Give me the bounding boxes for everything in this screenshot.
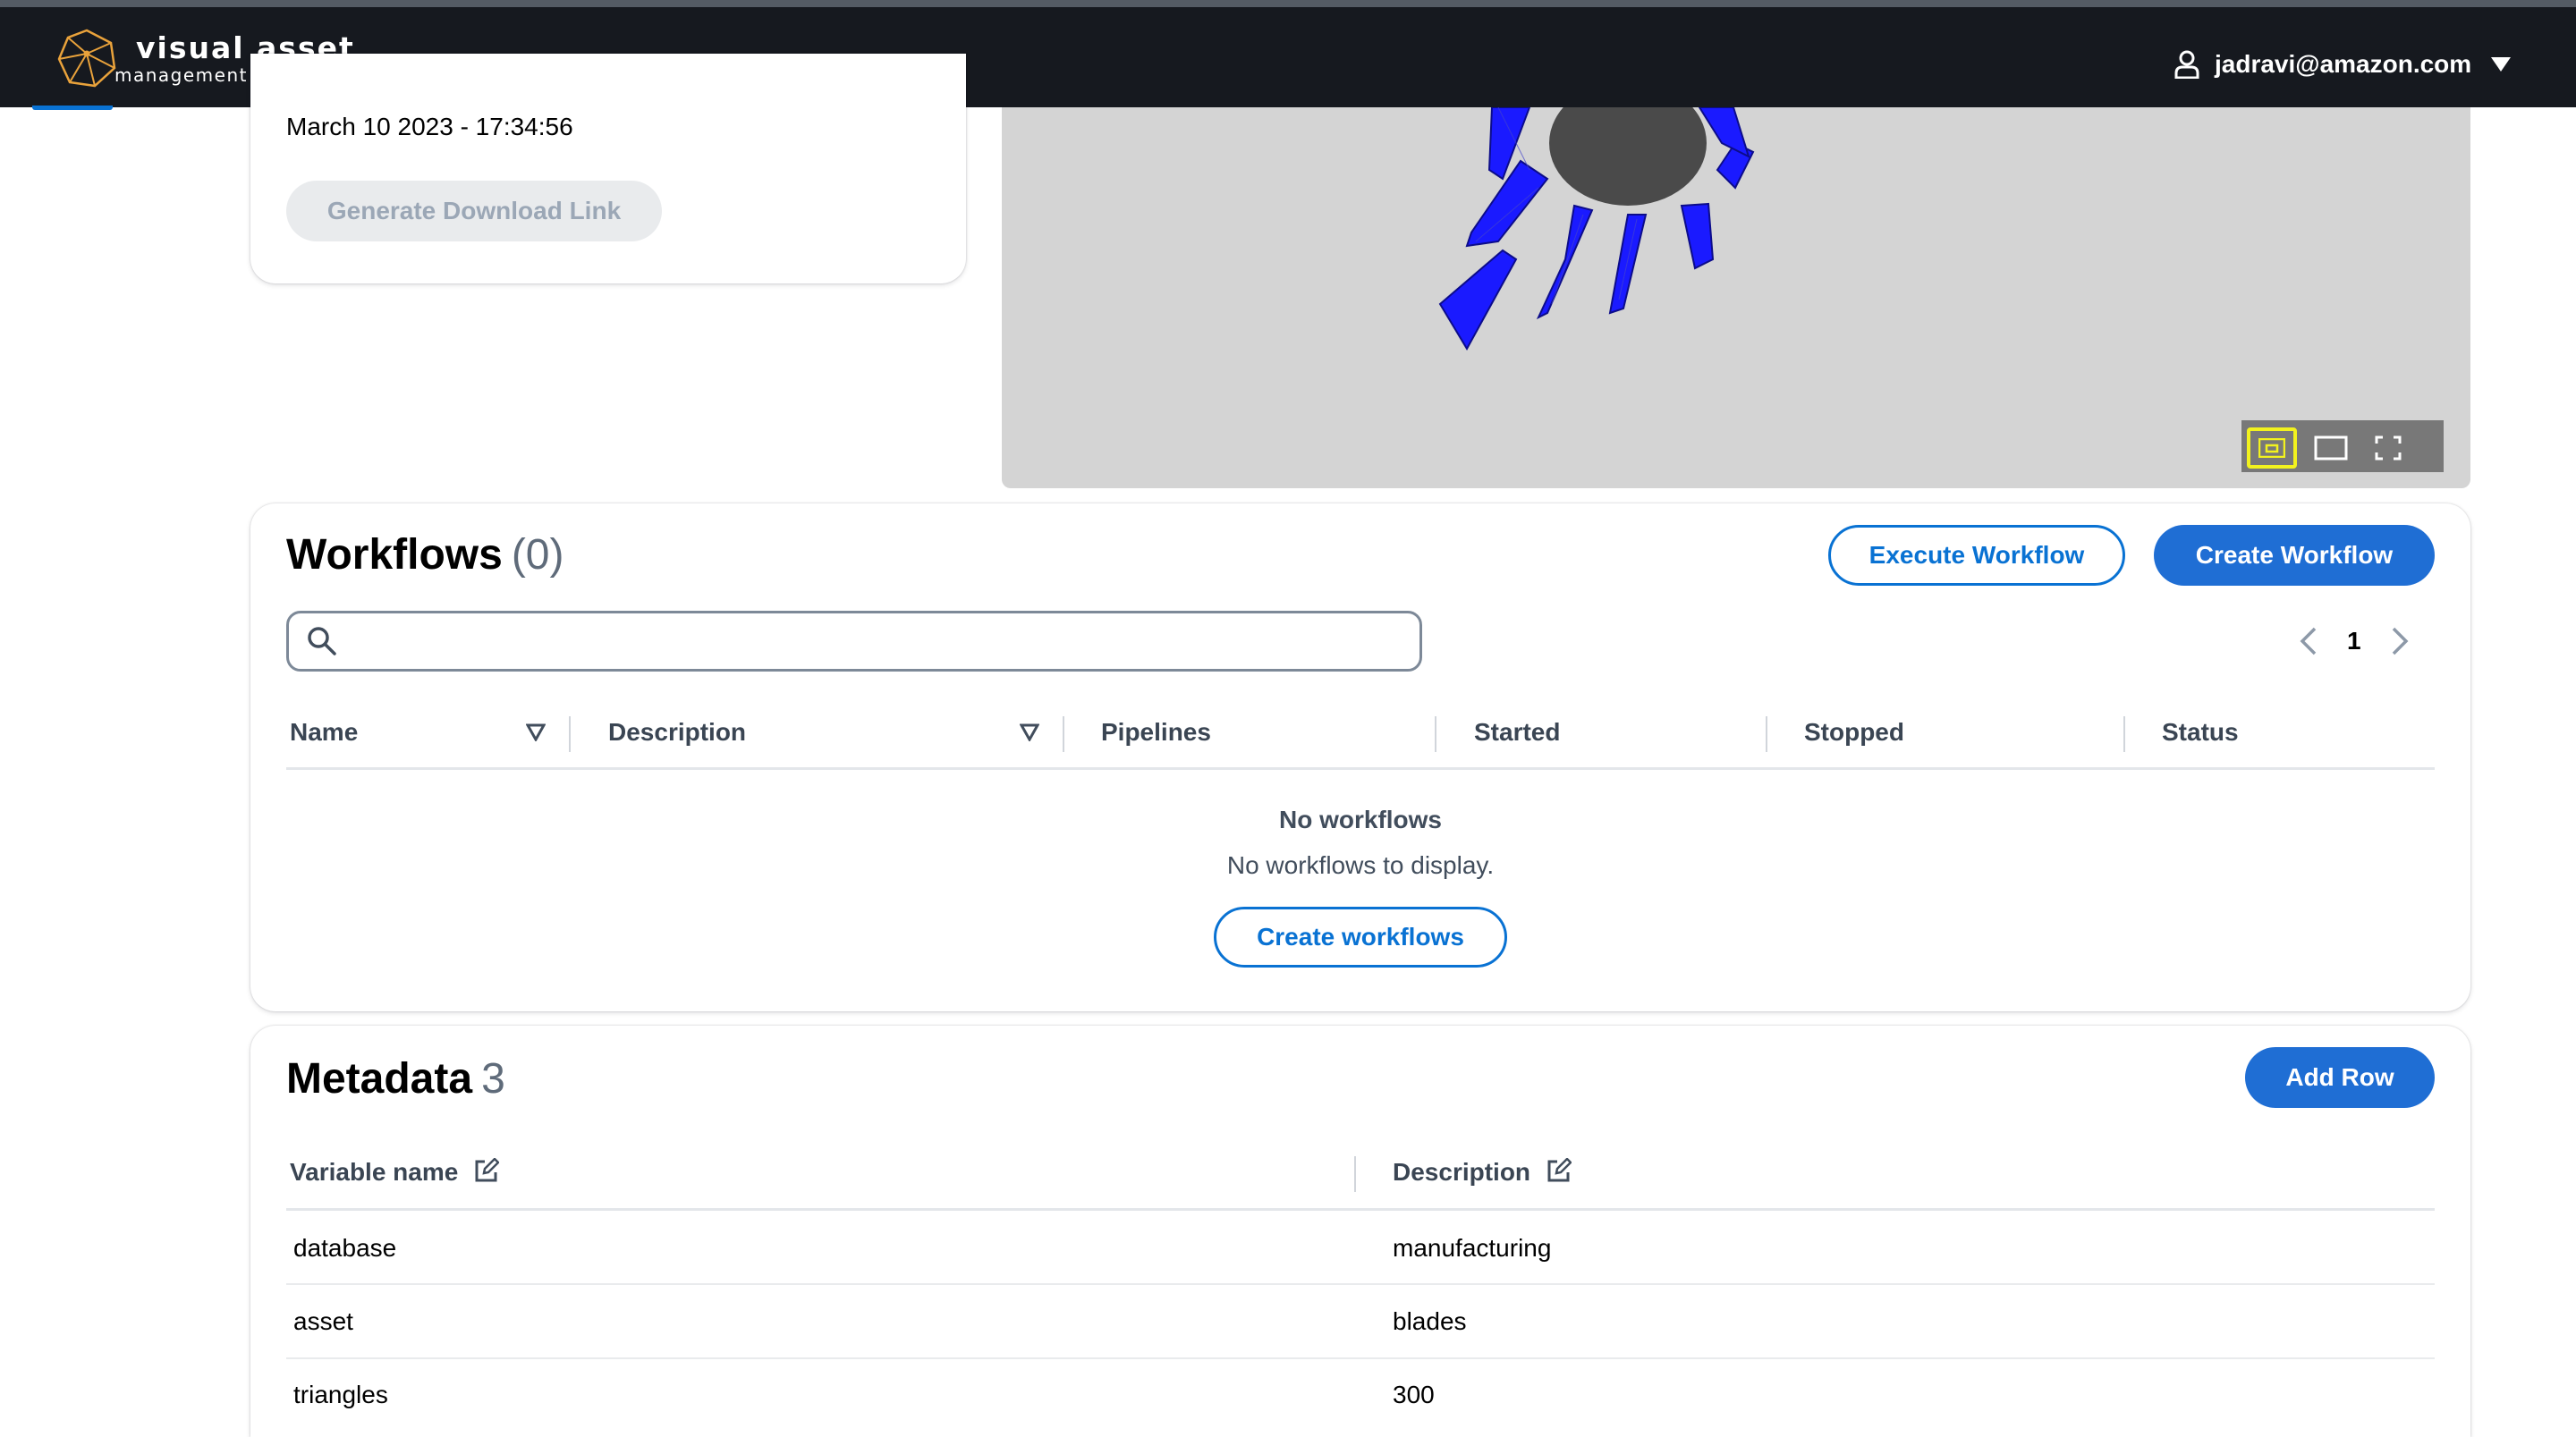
metadata-cell-name[interactable]: asset — [293, 1307, 353, 1336]
table-header-divider — [286, 767, 2435, 770]
sort-icon[interactable] — [1020, 723, 1039, 741]
chevron-right-icon[interactable] — [2390, 626, 2410, 656]
metadata-cell-description[interactable]: 300 — [1393, 1381, 1435, 1409]
date-modified: March 10 2023 - 17:34:56 — [286, 113, 573, 140]
workflows-search[interactable] — [286, 611, 1422, 672]
column-header-started: Started — [1474, 718, 1561, 746]
user-menu[interactable]: jadravi@amazon.com — [2174, 46, 2525, 82]
metadata-count: 3 — [481, 1055, 505, 1103]
search-icon — [308, 627, 336, 655]
row-divider — [286, 1357, 2435, 1359]
column-header-label: Variable name — [290, 1158, 459, 1186]
column-separator[interactable] — [1063, 716, 1064, 752]
active-tab-indicator — [32, 106, 113, 110]
metadata-title: Metadata — [286, 1055, 473, 1103]
3d-viewer[interactable] — [1002, 107, 2470, 488]
workflows-heading: Workflows (0) — [286, 530, 564, 579]
edit-icon — [1547, 1158, 1572, 1182]
window-top-border — [0, 0, 2576, 7]
table-header-divider — [286, 1208, 2435, 1211]
add-row-button[interactable]: Add Row — [2245, 1047, 2435, 1108]
create-workflow-button[interactable]: Create Workflow — [2154, 525, 2435, 586]
page-number[interactable]: 1 — [2347, 627, 2361, 655]
view-mode-wide-icon — [2314, 435, 2348, 461]
column-separator[interactable] — [1766, 716, 1767, 752]
view-mode-small-icon — [2258, 438, 2285, 458]
column-separator[interactable] — [2123, 716, 2125, 752]
edit-icon — [475, 1158, 500, 1182]
metadata-heading: Metadata 3 — [286, 1054, 505, 1103]
empty-state-title: No workflows — [1278, 806, 1442, 833]
empty-state-text: No workflows to display. — [1226, 851, 1495, 879]
pagination: 1 — [2299, 611, 2410, 672]
view-mode-wide-button[interactable] — [2306, 427, 2356, 469]
metadata-cell-name[interactable]: database — [293, 1234, 396, 1263]
metadata-cell-description[interactable]: manufacturing — [1393, 1234, 1551, 1263]
metadata-cell-description[interactable]: blades — [1393, 1307, 1467, 1336]
sort-icon[interactable] — [526, 723, 546, 741]
column-header-name[interactable]: Name — [290, 718, 358, 747]
execute-workflow-button[interactable]: Execute Workflow — [1828, 525, 2125, 586]
chevron-left-icon[interactable] — [2299, 626, 2318, 656]
column-header-label: Description — [1393, 1158, 1531, 1186]
fullscreen-button[interactable] — [2363, 427, 2413, 469]
view-mode-small-button[interactable] — [2247, 427, 2297, 469]
column-separator[interactable] — [569, 716, 571, 752]
user-email: jadravi@amazon.com — [2215, 50, 2472, 78]
user-icon — [2174, 50, 2199, 79]
column-header-pipelines: Pipelines — [1101, 718, 1211, 746]
search-input[interactable] — [352, 621, 1402, 664]
caret-down-icon — [2491, 57, 2512, 72]
column-header-stopped: Stopped — [1804, 718, 1904, 746]
fullscreen-icon — [2375, 435, 2402, 461]
column-header-variable-name: Variable name — [290, 1158, 500, 1187]
viewer-toolbar — [2241, 420, 2444, 472]
metadata-cell-name[interactable]: triangles — [293, 1381, 388, 1409]
workflows-title: Workflows — [286, 531, 503, 579]
workflows-card: Workflows (0) Execute Workflow Create Wor… — [250, 503, 2470, 1011]
file-info-card: March 10 2023 - 17:34:56 Generate Downlo… — [250, 54, 966, 283]
workflows-count: (0) — [511, 531, 564, 579]
vams-logo-icon[interactable] — [55, 27, 118, 89]
column-header-description: Description — [1393, 1158, 1572, 1187]
create-workflows-button[interactable]: Create workflows — [1214, 907, 1507, 968]
row-divider — [286, 1283, 2435, 1285]
metadata-card: Metadata 3 Add Row Variable name Descript… — [250, 1026, 2470, 1437]
column-header-status: Status — [2162, 718, 2239, 746]
column-separator[interactable] — [1435, 716, 1436, 752]
generate-download-link-button[interactable]: Generate Download Link — [286, 181, 662, 241]
column-header-description[interactable]: Description — [608, 718, 746, 747]
column-separator[interactable] — [1354, 1156, 1356, 1192]
